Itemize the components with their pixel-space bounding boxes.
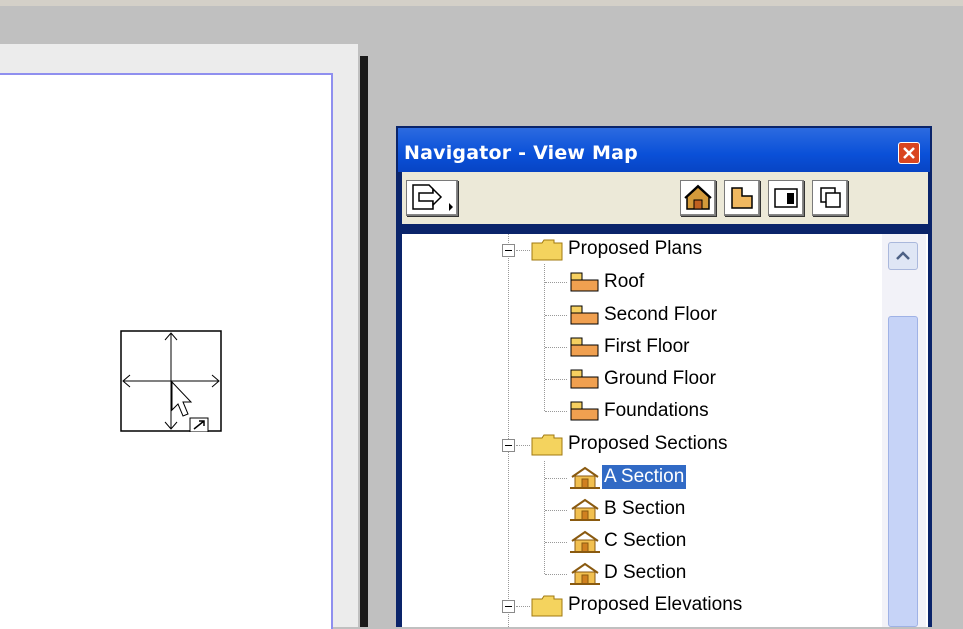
- floor-plan-icon: [570, 401, 599, 421]
- floor-plan-icon: [731, 187, 753, 209]
- floor-plan-icon: [570, 272, 599, 292]
- layout-button[interactable]: [768, 180, 804, 216]
- navigator-toolbar: [402, 172, 928, 224]
- tree-item-d-section[interactable]: D Section: [602, 561, 688, 585]
- tree-line: [545, 347, 567, 348]
- top-strip: [0, 0, 963, 6]
- section-icon: [570, 530, 600, 553]
- navigator-title: Navigator - View Map: [404, 142, 638, 164]
- tree-item-first-floor[interactable]: First Floor: [602, 335, 692, 359]
- navigator-window[interactable]: Navigator - View Map Proposed Plans Roof…: [396, 126, 932, 627]
- 3d-house-icon: [684, 184, 712, 210]
- view-map-tree[interactable]: Proposed Plans Roof Second Floor First F…: [402, 234, 928, 627]
- tree-item-c-section[interactable]: C Section: [602, 529, 688, 553]
- tree-item-a-section[interactable]: A Section: [602, 465, 687, 489]
- clone-icon: [820, 187, 841, 208]
- chevron-up-icon: [896, 251, 910, 260]
- tree-line: [545, 510, 567, 511]
- floor-plan-icon: [570, 337, 599, 357]
- tree-line: [508, 234, 509, 627]
- folder-icon: [531, 239, 563, 261]
- section-icon: [570, 498, 600, 521]
- tree-item-foundations[interactable]: Foundations: [602, 399, 711, 423]
- tree-group-proposed-plans[interactable]: Proposed Plans: [566, 237, 704, 261]
- publish-button[interactable]: [406, 180, 458, 216]
- vertical-scrollbar[interactable]: [882, 234, 926, 627]
- close-button[interactable]: [898, 142, 920, 164]
- tree-item-ground-floor[interactable]: Ground Floor: [602, 367, 718, 391]
- elevation-icon: [774, 188, 798, 208]
- document-arrow-icon: [412, 184, 453, 211]
- floor-plan-icon: [570, 369, 599, 389]
- tree-group-proposed-elevations[interactable]: Proposed Elevations: [566, 593, 744, 617]
- collapse-toggle-proposed-elevations[interactable]: [502, 600, 515, 613]
- tree-line: [545, 542, 567, 543]
- tree-line: [516, 606, 530, 607]
- tree-line: [545, 379, 567, 380]
- collapse-toggle-proposed-sections[interactable]: [502, 439, 515, 452]
- tree-line: [516, 445, 530, 446]
- navigator-titlebar[interactable]: Navigator - View Map: [398, 128, 930, 172]
- tree-line: [545, 574, 567, 575]
- floor-plan-button[interactable]: [724, 180, 760, 216]
- close-icon: [903, 147, 915, 159]
- folder-icon: [531, 595, 563, 617]
- collapse-toggle-proposed-plans[interactable]: [502, 244, 515, 257]
- tree-item-roof[interactable]: Roof: [602, 270, 646, 294]
- section-icon: [570, 466, 600, 489]
- 3d-view-button[interactable]: [680, 180, 716, 216]
- tree-group-proposed-sections[interactable]: Proposed Sections: [566, 432, 730, 456]
- tree-line: [545, 411, 567, 412]
- scroll-up-button[interactable]: [888, 242, 918, 270]
- floor-plan-icon: [570, 305, 599, 325]
- tree-line: [545, 315, 567, 316]
- tree-line: [544, 264, 545, 411]
- clone-button[interactable]: [812, 180, 848, 216]
- scroll-thumb[interactable]: [888, 316, 918, 627]
- tree-item-second-floor[interactable]: Second Floor: [602, 303, 719, 327]
- tree-line: [516, 250, 530, 251]
- move-cursor-icon: [120, 330, 222, 432]
- tree-line: [545, 282, 567, 283]
- section-icon: [570, 562, 600, 585]
- document-shadow: [360, 56, 368, 627]
- folder-icon: [531, 434, 563, 456]
- tree-line: [545, 478, 567, 479]
- tree-item-b-section[interactable]: B Section: [602, 497, 687, 521]
